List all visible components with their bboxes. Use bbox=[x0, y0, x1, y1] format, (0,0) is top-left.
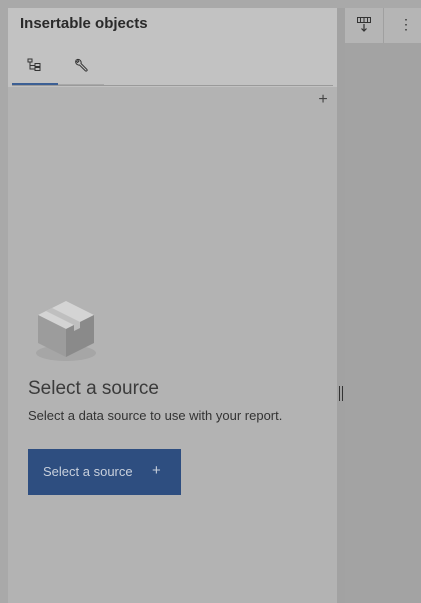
overflow-menu-button[interactable]: ⋮ bbox=[384, 8, 421, 43]
report-canvas-area bbox=[345, 43, 421, 603]
panel-title: Insertable objects bbox=[20, 15, 148, 32]
select-source-button[interactable]: Select a source + bbox=[28, 449, 181, 495]
empty-state-description: Select a data source to use with your re… bbox=[28, 408, 283, 423]
insert-table-button[interactable] bbox=[345, 8, 382, 43]
panel-header: Insertable objects bbox=[8, 8, 337, 45]
left-edge bbox=[0, 0, 8, 603]
wrench-icon bbox=[73, 58, 89, 79]
overflow-menu-icon: ⋮ bbox=[399, 16, 413, 32]
select-source-label: Select a source bbox=[43, 464, 133, 479]
panel-splitter bbox=[337, 8, 345, 603]
tab-toolbox[interactable] bbox=[58, 45, 104, 87]
tab-data-source[interactable] bbox=[12, 45, 58, 87]
box-icon bbox=[34, 291, 98, 370]
add-source-button[interactable]: + bbox=[314, 91, 332, 109]
data-tree-icon bbox=[27, 58, 43, 77]
tab-divider bbox=[12, 85, 333, 86]
empty-state-title: Select a source bbox=[28, 378, 159, 399]
plus-icon: + bbox=[152, 462, 161, 479]
panel-tabs bbox=[8, 45, 337, 87]
splitter-handle[interactable] bbox=[339, 386, 343, 401]
insertable-objects-panel: Insertable objects + Select a source Sel… bbox=[8, 8, 337, 603]
right-toolbar: ⋮ bbox=[345, 8, 421, 43]
insert-table-icon bbox=[357, 17, 371, 38]
